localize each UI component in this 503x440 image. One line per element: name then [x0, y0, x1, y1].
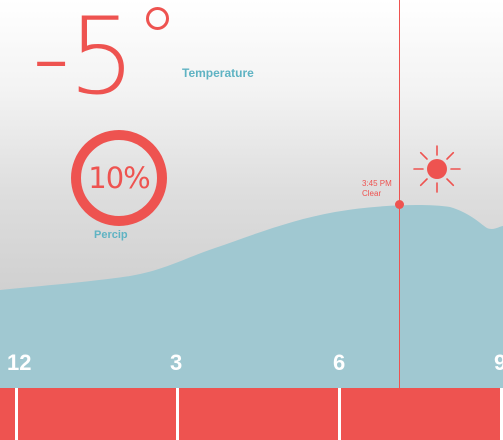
sun-icon: [413, 145, 461, 193]
timeline-label-3: 3: [170, 350, 183, 375]
current-time-line[interactable]: [399, 0, 400, 388]
weather-widget: -5 Temperature 10% Percip 3:45 PM Clear …: [0, 0, 503, 440]
timeline-tick-12: [15, 388, 18, 440]
current-condition-label: Clear: [362, 189, 382, 198]
temperature-label: Temperature: [182, 66, 254, 80]
degree-symbol: [146, 7, 169, 30]
temperature-value: -5: [32, 0, 136, 118]
timeline-label-9: 9: [494, 350, 503, 375]
current-time-label: 3:45 PM: [362, 179, 392, 188]
precip-label: Percip: [94, 229, 128, 241]
timeline-bar[interactable]: [0, 388, 503, 440]
timeline-tick-6: [338, 388, 341, 440]
timeline-label-12: 12: [7, 350, 32, 375]
precip-value: 10%: [88, 161, 150, 195]
timeline-tick-3: [176, 388, 179, 440]
timeline-label-6: 6: [333, 350, 346, 375]
current-time-marker[interactable]: [395, 200, 404, 209]
